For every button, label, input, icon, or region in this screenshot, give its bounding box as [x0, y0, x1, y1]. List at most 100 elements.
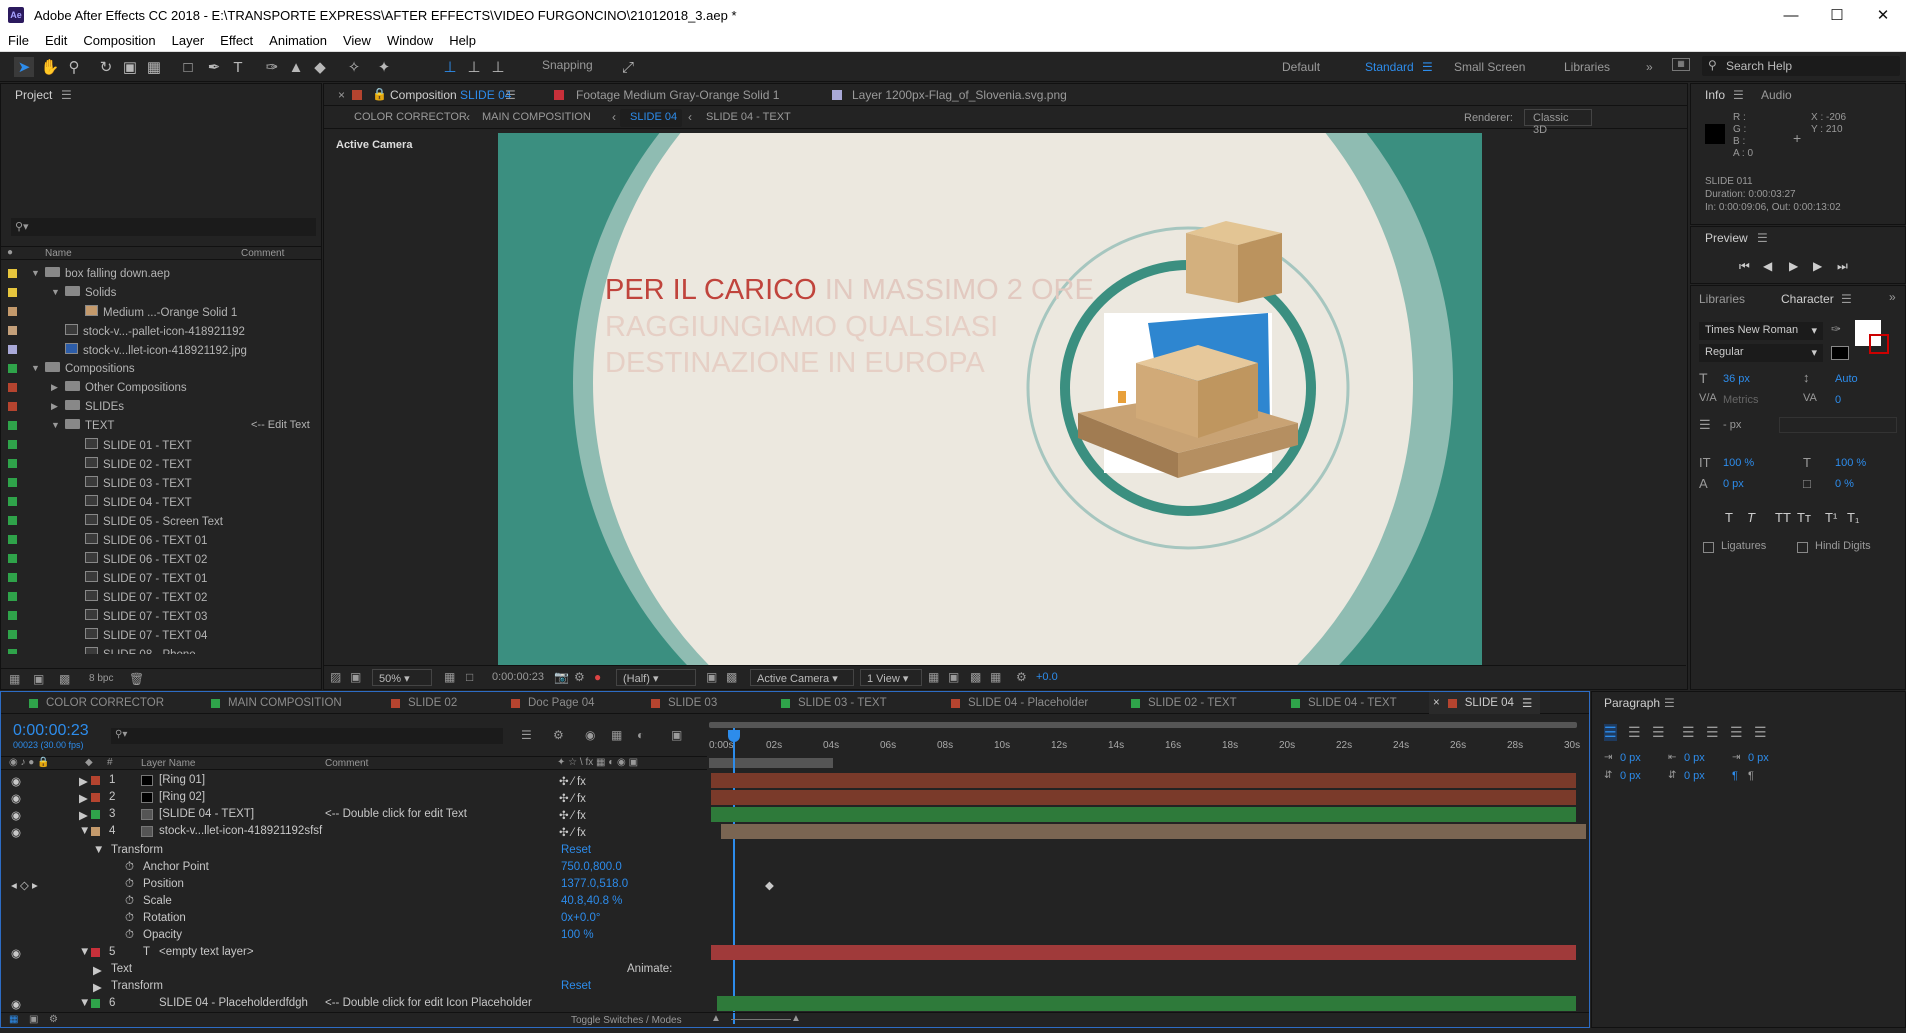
time-ruler[interactable]: 0:00s 02s 04s 06s 08s 10s 12s 14s 16s 18s 20s 22s 24… — [709, 722, 1580, 770]
new-folder-icon[interactable]: ▣ — [33, 672, 44, 686]
always-preview-icon[interactable]: ▨ — [330, 670, 341, 684]
menu-edit[interactable]: Edit — [37, 33, 75, 48]
kerning-value[interactable]: Metrics — [1723, 394, 1758, 406]
vertical-scale-value[interactable]: 100 % — [1723, 457, 1754, 469]
label-color-swatch[interactable] — [8, 440, 17, 449]
label-color-swatch[interactable] — [8, 364, 17, 373]
character-menu-icon[interactable]: ☰ — [1841, 292, 1852, 306]
close-tab-icon[interactable]: × — [338, 88, 345, 102]
tab-menu-icon[interactable]: ☰ — [1522, 696, 1532, 710]
menu-animation[interactable]: Animation — [261, 33, 335, 48]
work-area-range[interactable] — [709, 758, 833, 768]
font-family-dropdown[interactable]: Times New Roman ▾ — [1699, 322, 1823, 340]
subscript-icon[interactable]: T₁ — [1847, 510, 1859, 525]
layer-label-swatch[interactable] — [91, 793, 100, 802]
composition-tab[interactable]: Composition SLIDE 04 — [390, 88, 511, 102]
exposure-value[interactable]: +0.0 — [1036, 671, 1058, 683]
label-color-swatch[interactable] — [8, 345, 17, 354]
menu-view[interactable]: View — [335, 33, 379, 48]
expand-layer-switches-icon[interactable]: ▦ — [9, 1014, 18, 1025]
disclosure-triangle-icon[interactable]: ▼ — [51, 420, 60, 430]
region-of-interest-icon[interactable]: ▣ — [706, 670, 717, 684]
resolution-dropdown[interactable]: (Half) ▾ — [616, 669, 696, 686]
layer-row[interactable]: ◉ ▶ 3 [SLIDE 04 - TEXT] <-- Double click for… — [1, 806, 1576, 823]
label-color-swatch[interactable] — [8, 573, 17, 582]
menu-help[interactable]: Help — [441, 33, 484, 48]
renderer-dropdown[interactable]: Classic 3D — [1524, 109, 1592, 136]
project-item[interactable]: ▶ Other Compositions — [1, 378, 319, 397]
timeline-tab[interactable]: SLIDE 03 - TEXT — [781, 692, 887, 714]
disclosure-triangle-icon[interactable]: ▼ — [31, 268, 40, 278]
transform-property-row[interactable]: ⏱ Opacity 100 % — [1, 927, 1576, 944]
label-color-swatch[interactable] — [8, 630, 17, 639]
ligatures-checkbox[interactable] — [1703, 542, 1714, 553]
local-axis-icon[interactable]: ⊥ — [440, 57, 460, 77]
color-channels-icon[interactable]: ● — [594, 670, 601, 684]
monitor-icon[interactable]: ▣ — [350, 670, 361, 684]
graph-editor-icon[interactable]: ▣ — [671, 728, 682, 742]
transform-property-row[interactable]: ⏱ Anchor Point 750.0,800.0 — [1, 859, 1576, 876]
workspace-menu-icon[interactable]: ☰ — [1422, 60, 1433, 74]
layer-row[interactable]: ◉ ▼ 5 T <empty text layer> — [1, 944, 1576, 961]
zoom-in-icon[interactable]: ▲ — [791, 1013, 801, 1024]
label-column-icon[interactable]: ● — [7, 247, 13, 258]
name-column-header[interactable]: Name — [45, 248, 72, 259]
play-icon[interactable]: ▶ — [1789, 259, 1798, 273]
label-color-swatch[interactable] — [8, 402, 17, 411]
label-color-swatch[interactable] — [8, 554, 17, 563]
menu-window[interactable]: Window — [379, 33, 441, 48]
faux-bold-icon[interactable]: T — [1725, 510, 1733, 525]
fit-icon[interactable]: ▦ — [444, 670, 455, 684]
font-size-value[interactable]: 36 px — [1723, 373, 1750, 385]
stroke-type-dropdown[interactable] — [1779, 417, 1897, 433]
project-item[interactable]: stock-v...-pallet-icon-418921192 — [1, 321, 319, 340]
paragraph-menu-icon[interactable]: ☰ — [1664, 696, 1675, 710]
brush-tool-icon[interactable]: ✑ — [262, 57, 282, 77]
workspace-libraries[interactable]: Libraries — [1564, 60, 1610, 74]
project-item[interactable]: SLIDE 02 - TEXT — [1, 454, 319, 473]
label-color-swatch[interactable] — [8, 478, 17, 487]
reset-exposure-icon[interactable]: ⚙ — [1016, 670, 1027, 684]
paragraph-title[interactable]: Paragraph — [1604, 696, 1660, 710]
breadcrumb-slide-04-text[interactable]: SLIDE 04 - TEXT — [706, 111, 791, 123]
label-color-swatch[interactable] — [8, 535, 17, 544]
project-item[interactable]: SLIDE 05 - Screen Text — [1, 511, 319, 530]
timeline-icon[interactable]: ▩ — [970, 670, 981, 684]
first-line-indent-value[interactable]: 0 px — [1748, 752, 1769, 764]
preview-title[interactable]: Preview — [1705, 231, 1748, 245]
label-color-swatch[interactable] — [8, 516, 17, 525]
camera-dropdown[interactable]: Active Camera ▾ — [750, 669, 854, 686]
faux-italic-icon[interactable]: T — [1747, 510, 1755, 525]
project-item[interactable]: SLIDE 07 - TEXT 01 — [1, 568, 319, 587]
layer-duration-bar[interactable] — [721, 824, 1586, 839]
flowchart-icon[interactable]: ▦ — [990, 670, 1001, 684]
hindi-digits-checkbox[interactable] — [1797, 542, 1808, 553]
toggle-pixel-aspect-icon[interactable]: ▦ — [928, 670, 939, 684]
all-caps-icon[interactable]: TT — [1775, 510, 1791, 525]
eyedropper-icon[interactable]: ✑ — [1831, 322, 1841, 336]
project-item[interactable]: stock-v...llet-icon-418921192.jpg — [1, 340, 319, 359]
layer-label-swatch[interactable] — [91, 776, 100, 785]
small-caps-icon[interactable]: Tт — [1797, 510, 1811, 525]
tsume-value[interactable]: 0 % — [1835, 478, 1854, 490]
label-color-swatch[interactable] — [8, 459, 17, 468]
breadcrumb-slide-04[interactable]: SLIDE 04 — [630, 111, 677, 123]
project-item[interactable]: ▼ TEXT <-- Edit Text — [1, 416, 319, 435]
shy-layers-icon[interactable]: ◉ — [585, 728, 595, 742]
project-item[interactable]: ▼ Solids — [1, 283, 319, 302]
label-color-swatch[interactable] — [8, 421, 17, 430]
previous-frame-icon[interactable]: ◀ — [1763, 259, 1772, 273]
align-right-icon[interactable]: ☰ — [1652, 724, 1665, 741]
zoom-out-icon[interactable]: ▲ — [711, 1013, 721, 1024]
stroke-color-swatch[interactable] — [1869, 334, 1889, 354]
fast-previews-icon[interactable]: ▣ — [948, 670, 959, 684]
layer-duration-bar[interactable] — [711, 790, 1576, 805]
breadcrumb-main-composition[interactable]: MAIN COMPOSITION — [482, 111, 591, 123]
safe-zones-icon[interactable]: □ — [466, 670, 473, 684]
close-tab-icon[interactable]: × — [1433, 697, 1440, 709]
snapshot-icon[interactable]: 📷 — [554, 670, 569, 684]
hand-tool-icon[interactable]: ✋ — [40, 57, 60, 77]
project-item[interactable]: ▶ SLIDEs — [1, 397, 319, 416]
layer-name-header[interactable]: Layer Name — [141, 758, 195, 769]
type-tool-icon[interactable]: T — [228, 57, 248, 77]
